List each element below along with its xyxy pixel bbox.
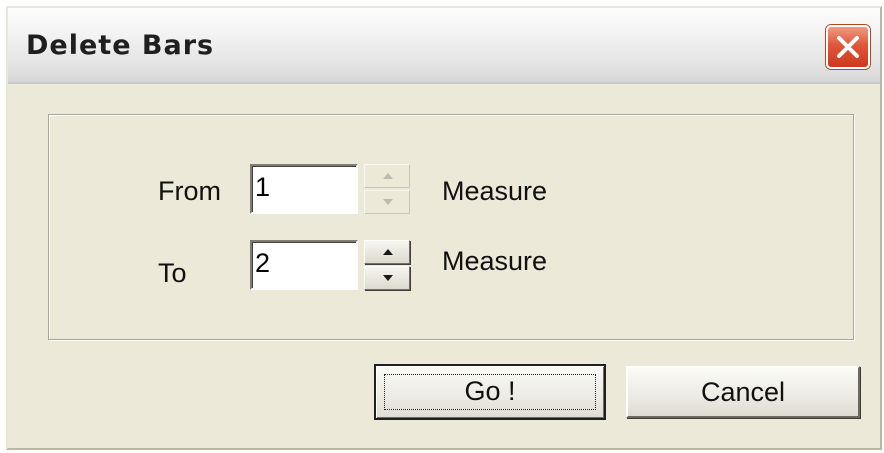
dialog-title: Delete Bars — [26, 30, 215, 61]
from-unit-label: Measure — [442, 176, 548, 206]
from-spinner[interactable] — [364, 164, 410, 214]
to-label: To — [158, 258, 187, 288]
close-button[interactable] — [826, 25, 870, 69]
cancel-button[interactable]: Cancel — [626, 366, 860, 418]
from-spinner-down-button[interactable] — [364, 190, 410, 214]
from-spinner-up-button[interactable] — [364, 164, 410, 188]
arrow-up-icon — [383, 249, 393, 255]
title-bar[interactable]: Delete Bars — [8, 8, 880, 84]
cancel-button-label: Cancel — [700, 377, 786, 407]
close-icon — [837, 36, 859, 58]
delete-bars-dialog: Delete Bars From 1 Measure To 2 Measure … — [6, 6, 882, 450]
to-spinner-down-button[interactable] — [364, 266, 410, 290]
to-measure-input[interactable]: 2 — [250, 240, 358, 290]
from-measure-input[interactable]: 1 — [250, 164, 358, 214]
arrow-down-icon — [383, 199, 393, 205]
to-spinner-up-button[interactable] — [364, 240, 410, 264]
go-button-label: Go ! — [464, 376, 516, 406]
to-unit-label: Measure — [442, 246, 548, 276]
go-button[interactable]: Go ! — [374, 364, 606, 420]
arrow-up-icon — [383, 173, 393, 179]
to-spinner[interactable] — [364, 240, 410, 290]
range-group — [48, 114, 854, 340]
arrow-down-icon — [383, 275, 393, 281]
from-label: From — [158, 176, 221, 206]
